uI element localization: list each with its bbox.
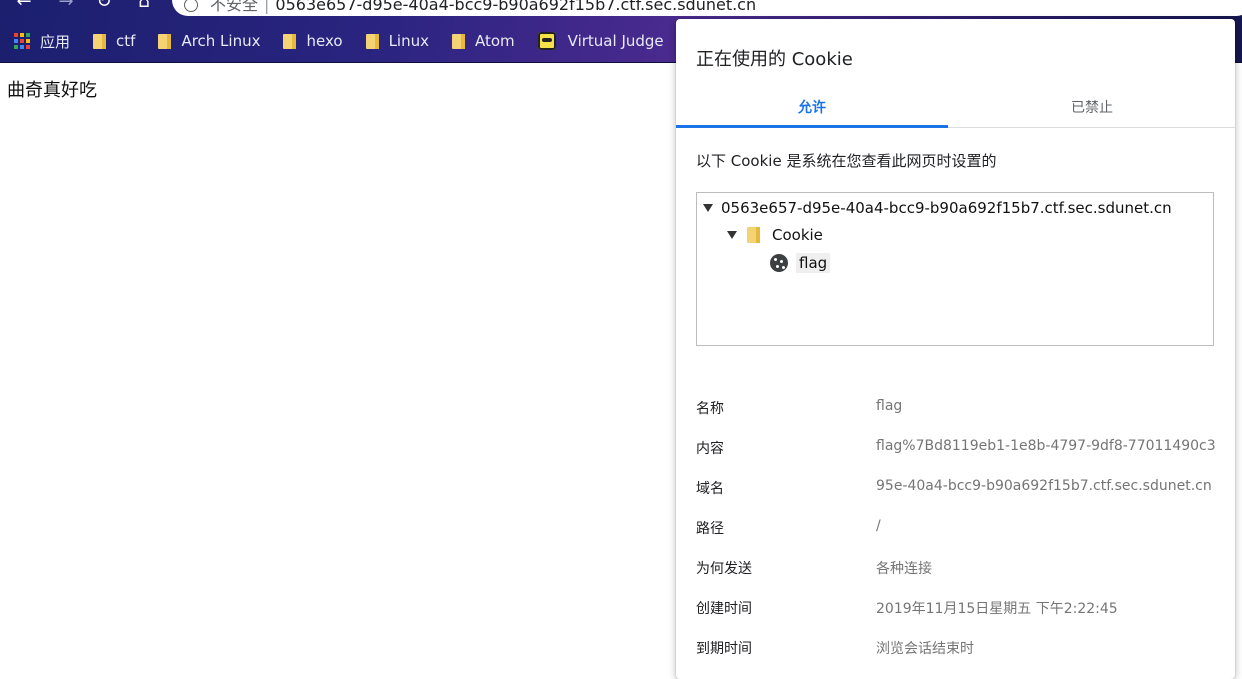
folder-icon <box>93 33 107 49</box>
expand-triangle-icon[interactable] <box>703 204 713 212</box>
tree-folder-node[interactable]: Cookie <box>727 223 823 247</box>
bookmark-label: ctf <box>116 32 136 50</box>
detail-value: 95e-40a4-bcc9-b90a692f15b7.ctf.sec.sdune… <box>876 478 1212 494</box>
bookmark-label: 应用 <box>40 32 71 51</box>
folder-icon <box>283 33 297 49</box>
tree-folder-label: Cookie <box>772 226 823 244</box>
tab-blocked[interactable]: 已禁止 <box>956 91 1228 127</box>
tree-domain-node[interactable]: 0563e657-d95e-40a4-bcc9-b90a692f15b7.ctf… <box>703 196 1172 220</box>
cookies-dialog: 正在使用的 Cookie 允许 已禁止 以下 Cookie 是系统在您查看此网页… <box>676 19 1235 679</box>
detail-row-domain: 域名 95e-40a4-bcc9-b90a692f15b7.ctf.sec.sd… <box>696 478 1235 498</box>
cookie-icon <box>770 254 788 272</box>
virtual-judge-icon <box>537 32 556 50</box>
url-host: 0563e657-d95e-40a4-bcc9-b90a692f15b7.ctf… <box>275 0 757 14</box>
bookmark-label: Linux <box>388 32 429 50</box>
detail-row-path: 路径 / <box>696 518 1235 538</box>
address-text[interactable]: 不安全 | 0563e657-d95e-40a4-bcc9-b90a692f15b7… <box>210 0 756 14</box>
detail-key: 内容 <box>696 441 724 457</box>
dialog-tabs: 允许 已禁止 <box>676 91 1235 128</box>
bookmark-hexo[interactable]: hexo <box>276 28 349 54</box>
detail-key: 路径 <box>696 521 724 537</box>
detail-row-created: 创建时间 2019年11月15日星期五 下午2:22:45 <box>696 598 1235 618</box>
reload-icon[interactable]: ↻ <box>92 0 116 12</box>
page-body-text: 曲奇真好吃 <box>7 80 97 101</box>
folder-icon <box>158 33 172 49</box>
folder-icon <box>365 33 379 49</box>
address-bar[interactable]: 不安全 | 0563e657-d95e-40a4-bcc9-b90a692f15b7… <box>172 0 1242 16</box>
bookmark-virtual-judge[interactable]: Virtual Judge <box>531 28 671 54</box>
detail-key: 域名 <box>696 481 724 497</box>
detail-row-expires: 到期时间 浏览会话结束时 <box>696 638 1235 658</box>
tree-cookie-label: flag <box>796 253 831 273</box>
bookmark-linux[interactable]: Linux <box>359 28 436 54</box>
detail-value: 2019年11月15日星期五 下午2:22:45 <box>876 601 1118 617</box>
bookmark-atom[interactable]: Atom <box>445 28 522 54</box>
bookmark-label: Virtual Judge <box>567 32 664 50</box>
bookmark-arch-linux[interactable]: Arch Linux <box>151 28 267 54</box>
detail-value: flag%7Bd8119eb1-1e8b-4797-9df8-77011490c… <box>876 438 1216 454</box>
bookmark-label: Arch Linux <box>181 32 261 50</box>
bookmark-apps[interactable]: 应用 <box>0 28 77 54</box>
tree-domain-label: 0563e657-d95e-40a4-bcc9-b90a692f15b7.ctf… <box>721 199 1172 217</box>
detail-row-name: 名称 flag <box>696 398 1235 418</box>
expand-triangle-icon[interactable] <box>727 231 737 239</box>
cookie-tree: 0563e657-d95e-40a4-bcc9-b90a692f15b7.ctf… <box>696 192 1214 346</box>
folder-icon <box>451 33 465 49</box>
tree-cookie-node[interactable]: flag <box>770 251 831 275</box>
dialog-title: 正在使用的 Cookie <box>696 49 853 70</box>
apps-grid-icon <box>14 33 30 49</box>
info-icon[interactable] <box>184 0 198 12</box>
detail-value: 各种连接 <box>876 561 932 577</box>
tab-allowed[interactable]: 允许 <box>676 91 948 128</box>
detail-value: flag <box>876 398 903 414</box>
security-label: 不安全 <box>210 0 259 14</box>
detail-value: 浏览会话结束时 <box>876 641 974 657</box>
detail-key: 名称 <box>696 401 724 417</box>
detail-key: 为何发送 <box>696 561 752 577</box>
detail-key: 创建时间 <box>696 601 752 617</box>
forward-arrow-icon[interactable]: → <box>54 0 78 12</box>
dialog-description: 以下 Cookie 是系统在您查看此网页时设置的 <box>696 152 997 170</box>
folder-icon <box>747 227 760 243</box>
home-icon[interactable]: ⌂ <box>132 0 156 12</box>
bookmark-ctf[interactable]: ctf <box>86 28 142 54</box>
back-arrow-icon[interactable]: ← <box>12 0 36 12</box>
bookmark-label: Atom <box>474 32 515 50</box>
detail-row-content: 内容 flag%7Bd8119eb1-1e8b-4797-9df8-770114… <box>696 438 1235 458</box>
detail-row-send-for: 为何发送 各种连接 <box>696 558 1235 578</box>
address-separator: | <box>264 0 270 14</box>
bookmark-label: hexo <box>306 32 343 50</box>
detail-value: / <box>876 518 881 534</box>
detail-key: 到期时间 <box>696 641 752 657</box>
